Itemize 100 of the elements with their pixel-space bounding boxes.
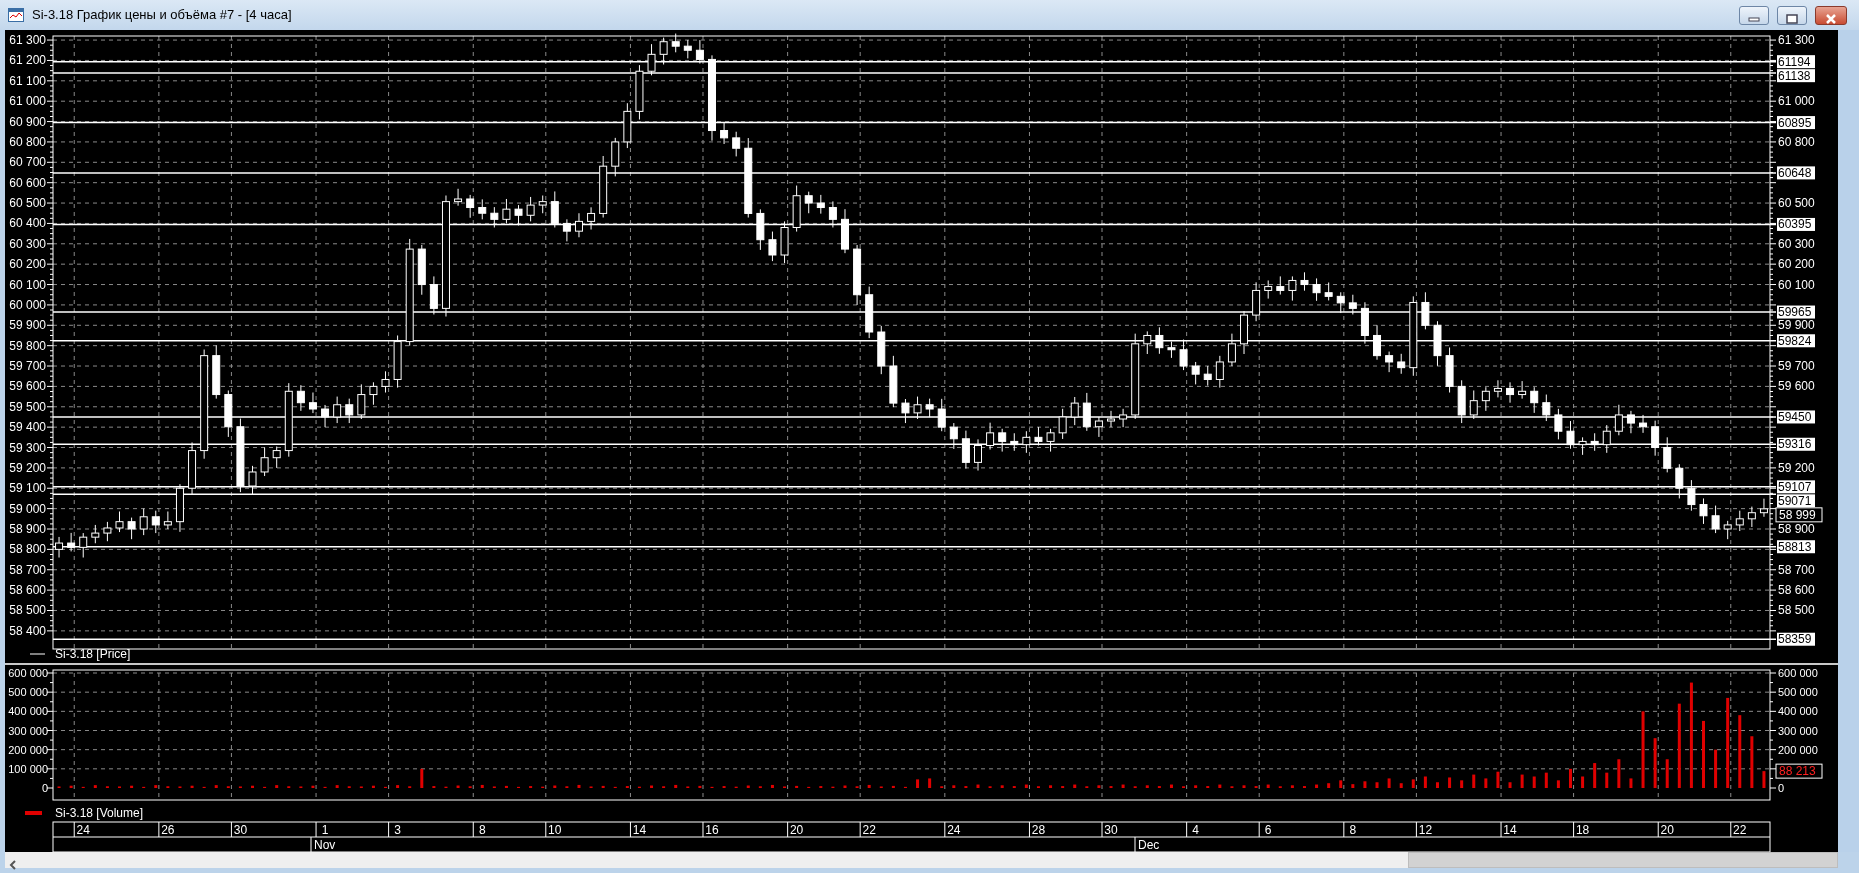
current-price-label: 58 999 bbox=[1775, 507, 1823, 523]
price-axis-label: 59 200 bbox=[1778, 460, 1815, 475]
price-axis-label: 59 900 bbox=[1778, 318, 1815, 333]
volume-axis-label: 0 bbox=[1778, 782, 1785, 794]
price-level-label: 59107 bbox=[1777, 479, 1815, 494]
volume-axis-label: 300 000 bbox=[8, 724, 48, 737]
price-axis-label: 59 400 bbox=[9, 420, 46, 435]
price-level-label: 58359 bbox=[1777, 632, 1815, 647]
price-axis-label: 61 200 bbox=[9, 53, 46, 68]
price-axis-label: 59 200 bbox=[9, 460, 46, 475]
date-label: 20 bbox=[1660, 823, 1674, 837]
price-axis-label: 60 300 bbox=[1778, 236, 1815, 251]
date-label: 1 bbox=[321, 823, 329, 837]
price-axis-label: 59 300 bbox=[9, 440, 46, 455]
price-axis-label: 60 200 bbox=[9, 257, 46, 272]
price-axis-label: 60 300 bbox=[9, 236, 46, 251]
price-axis-label: 61 300 bbox=[9, 33, 46, 48]
price-level-label: 61194 bbox=[1777, 54, 1815, 69]
price-axis-label: 58 600 bbox=[1778, 583, 1815, 598]
price-axis-label: 59 700 bbox=[1778, 359, 1815, 374]
price-axis-label: 60 000 bbox=[9, 297, 46, 312]
date-label: 6 bbox=[1264, 823, 1272, 837]
price-axis-label: 61 100 bbox=[9, 73, 46, 88]
price-axis-label: 60 100 bbox=[9, 277, 46, 292]
volume-axis-label: 100 000 bbox=[8, 762, 48, 775]
price-axis-label: 58 700 bbox=[9, 562, 46, 577]
date-label: 20 bbox=[789, 823, 804, 837]
price-level-label: 60648 bbox=[1777, 165, 1815, 180]
volume-axis-label: 400 000 bbox=[1778, 705, 1818, 718]
window-title: Si-3.18 График цены и объёма #7 - [4 часа] bbox=[32, 6, 292, 25]
price-axis-label: 60 800 bbox=[9, 134, 46, 149]
price-level-label: 59316 bbox=[1777, 437, 1815, 452]
price-axis-label: 61 000 bbox=[9, 94, 46, 109]
price-axis-label: 58 700 bbox=[1778, 562, 1815, 577]
volume-axis-label: 500 000 bbox=[8, 686, 48, 699]
volume-axis-label: 300 000 bbox=[1778, 724, 1818, 737]
price-level-label: 59824 bbox=[1777, 333, 1815, 348]
date-label: 4 bbox=[1192, 823, 1199, 837]
price-axis-label: 60 400 bbox=[9, 216, 46, 231]
price-axis-label: 58 400 bbox=[9, 623, 46, 638]
price-level-label: 60395 bbox=[1777, 217, 1815, 232]
month-label: Dec bbox=[1138, 838, 1160, 852]
price-axis-label: 60 500 bbox=[1778, 196, 1815, 211]
price-axis-label: 58 900 bbox=[1778, 522, 1815, 536]
volume-axis-label: 600 000 bbox=[1778, 667, 1818, 679]
date-label: 24 bbox=[947, 823, 961, 837]
volume-axis-label: 0 bbox=[41, 782, 48, 794]
price-level-label: 58813 bbox=[1777, 539, 1815, 554]
price-level-label: 59071 bbox=[1777, 493, 1815, 508]
date-label: 16 bbox=[705, 823, 719, 837]
legend-label: Si-3.18 [Volume] bbox=[55, 806, 144, 820]
date-label: 3 bbox=[394, 823, 401, 837]
current-volume-label: 88 213 bbox=[1775, 763, 1823, 779]
price-axis-label: 60 600 bbox=[9, 175, 46, 190]
volume-axis-label: 400 000 bbox=[8, 705, 48, 718]
date-label: 12 bbox=[1418, 823, 1433, 837]
price-axis-label: 60 700 bbox=[9, 155, 46, 170]
volume-axis-label: 600 000 bbox=[8, 667, 48, 679]
legend-label: Si-3.18 [Price] bbox=[55, 647, 131, 661]
price-axis-label: 59 700 bbox=[9, 359, 46, 374]
date-label: 30 bbox=[233, 823, 248, 837]
price-axis-label: 61 300 bbox=[1778, 33, 1815, 48]
price-axis-label: 60 500 bbox=[9, 196, 46, 211]
date-label: 10 bbox=[548, 823, 562, 837]
date-label: 14 bbox=[1503, 823, 1517, 837]
date-label: 18 bbox=[1575, 823, 1590, 837]
date-label: 30 bbox=[1104, 823, 1118, 837]
volume-axis-label: 500 000 bbox=[1778, 686, 1818, 699]
price-axis-label: 59 800 bbox=[9, 338, 46, 353]
date-label: 8 bbox=[1349, 823, 1357, 837]
price-level-label: 61138 bbox=[1777, 68, 1815, 83]
date-label: 22 bbox=[862, 823, 876, 837]
date-label: 8 bbox=[478, 823, 486, 837]
price-axis-label: 58 600 bbox=[9, 583, 46, 598]
price-axis-label: 60 800 bbox=[1778, 134, 1815, 149]
month-label: Nov bbox=[314, 838, 336, 852]
volume-axis-label: 200 000 bbox=[8, 743, 48, 756]
date-label: 14 bbox=[632, 823, 647, 837]
volume-axis-label: 200 000 bbox=[1778, 743, 1818, 756]
price-axis-label: 58 500 bbox=[1778, 603, 1815, 618]
price-axis-label: 60 900 bbox=[9, 114, 46, 129]
price-axis-label: 58 900 bbox=[9, 522, 46, 536]
price-axis-label: 59 600 bbox=[1778, 379, 1815, 394]
price-axis-label: 59 900 bbox=[9, 318, 46, 333]
price-axis-label: 60 200 bbox=[1778, 257, 1815, 272]
date-label: 28 bbox=[1031, 823, 1046, 837]
date-label: 26 bbox=[161, 823, 175, 837]
date-label: 22 bbox=[1733, 823, 1747, 837]
price-axis-label: 59 500 bbox=[9, 399, 46, 414]
price-level-label: 60895 bbox=[1777, 115, 1815, 130]
price-axis-label: 58 800 bbox=[9, 542, 46, 557]
price-axis-label: 59 100 bbox=[9, 481, 46, 496]
price-axis-label: 61 000 bbox=[1778, 94, 1815, 109]
price-level-label: 59965 bbox=[1777, 305, 1815, 320]
price-axis-label: 60 100 bbox=[1778, 277, 1815, 292]
price-axis-label: 59 000 bbox=[9, 501, 46, 516]
date-label: 24 bbox=[76, 823, 90, 837]
price-axis-label: 59 600 bbox=[9, 379, 46, 394]
price-axis-label: 58 500 bbox=[9, 603, 46, 618]
price-level-label: 59450 bbox=[1777, 409, 1815, 424]
